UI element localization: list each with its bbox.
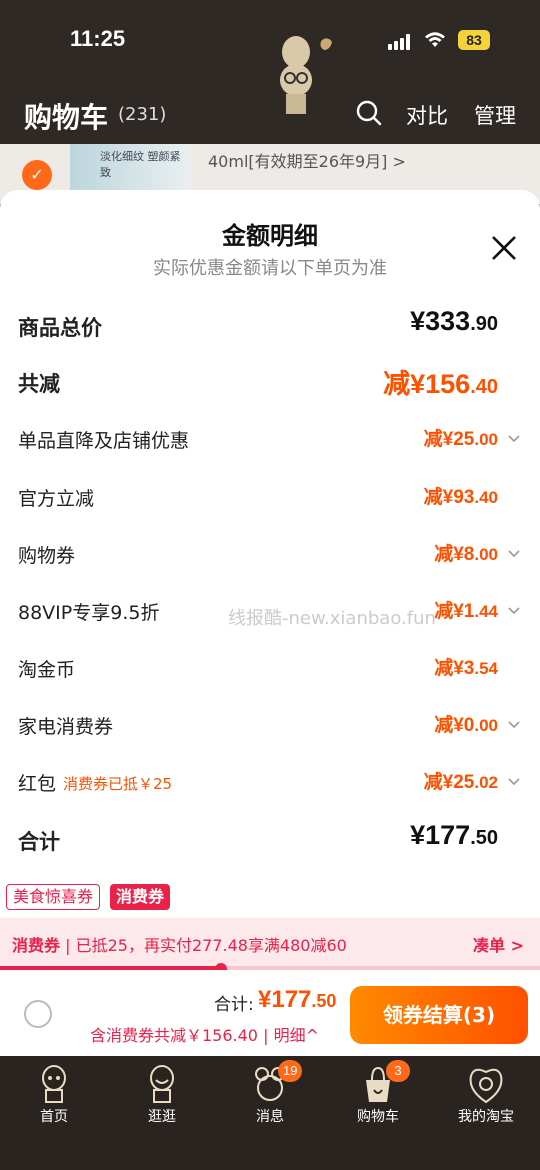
coupon-promo-bar[interactable]: 消费券 | 已抵25，再实付277.48享满480减60 凑单 > xyxy=(0,918,540,968)
row-label: 商品总价 xyxy=(18,316,102,340)
tab-label: 我的淘宝 xyxy=(458,1109,514,1125)
message-badge: 19 xyxy=(278,1060,303,1082)
row-label: 红包 xyxy=(18,773,57,795)
row-appliance-coupon[interactable]: 家电消费券 减¥0.00 xyxy=(18,706,524,746)
row-amount: 减¥3.54 xyxy=(434,658,498,679)
compare-button[interactable]: 对比 xyxy=(406,100,448,130)
sheet-title: 金额明细 xyxy=(222,222,318,250)
row-amount: ¥177.50 xyxy=(410,820,498,850)
tab-label: 逛逛 xyxy=(148,1109,176,1125)
row-label: 单品直降及店铺优惠 xyxy=(18,430,190,452)
add-items-link[interactable]: 凑单 > xyxy=(473,932,524,956)
food-coupon-tag: 美食惊喜券 xyxy=(6,884,101,910)
status-time: 11:25 xyxy=(70,26,126,51)
total-amount: ¥177.50 xyxy=(258,986,337,1013)
tab-home[interactable]: 首页 xyxy=(0,1056,108,1170)
cart-count: (231) xyxy=(118,104,167,125)
row-amount: 减¥1.44 xyxy=(434,601,498,622)
battery-icon: 83 xyxy=(458,30,490,50)
chevron-down-icon[interactable] xyxy=(508,432,520,444)
tab-bar: 首页 逛逛 19 消息 3 购物车 我的淘宝 xyxy=(0,1056,540,1170)
row-sublabel: 消费券已抵￥25 xyxy=(63,775,173,793)
total-discount-summary: 含消费券共减￥156.40 | 明细^ xyxy=(90,1026,319,1045)
tab-label: 首页 xyxy=(40,1109,68,1125)
home-icon xyxy=(42,1065,66,1103)
row-label: 官方立减 xyxy=(18,488,95,510)
total-label: 合计: xyxy=(214,995,254,1015)
cart-badge: 3 xyxy=(386,1060,410,1082)
wifi-icon xyxy=(424,30,446,54)
page-title: 购物车 xyxy=(24,101,109,134)
row-subtotal: 商品总价 ¥333.90 xyxy=(18,306,524,346)
row-label: 合计 xyxy=(18,830,60,854)
row-grand-total: 合计 ¥177.50 xyxy=(18,820,524,860)
row-label: 家电消费券 xyxy=(18,716,114,738)
sheet-subtitle: 实际优惠金额请以下单页为准 xyxy=(153,258,387,279)
consumer-coupon-tag: 消费券 xyxy=(110,884,171,910)
search-icon[interactable] xyxy=(356,100,382,126)
checkout-bar: 合计: ¥177.50 含消费券共减￥156.40 | 明细^ 领券结算(3) xyxy=(0,970,540,1056)
row-amount: 减¥8.00 xyxy=(434,544,498,565)
mascot-icon xyxy=(270,30,334,120)
tab-label: 消息 xyxy=(256,1109,284,1125)
row-store-discount[interactable]: 单品直降及店铺优惠 减¥25.00 xyxy=(18,420,524,460)
browse-icon xyxy=(150,1065,174,1103)
tab-messages[interactable]: 19 消息 xyxy=(216,1056,324,1170)
product-thumbnail[interactable]: 淡化细纹 塑颜紧致 xyxy=(70,144,190,194)
chevron-down-icon[interactable] xyxy=(508,718,520,730)
row-amount: 减¥0.00 xyxy=(434,715,498,736)
tab-profile[interactable]: 我的淘宝 xyxy=(432,1056,540,1170)
product-spec[interactable]: 40ml[有效期至26年9月] > xyxy=(208,148,406,172)
chevron-down-icon[interactable] xyxy=(508,547,520,559)
row-official-discount: 官方立减 减¥93.40 xyxy=(18,478,524,518)
row-total-discount: 共减 减¥156.40 xyxy=(18,362,524,402)
row-label: 共减 xyxy=(18,372,60,396)
row-label: 淘金币 xyxy=(18,659,76,681)
row-amount: 减¥93.40 xyxy=(423,487,498,508)
row-taojinbi: 淘金币 减¥3.54 xyxy=(18,649,524,689)
row-shopping-coupon[interactable]: 购物券 减¥8.00 xyxy=(18,535,524,575)
row-amount: ¥333.90 xyxy=(410,306,498,336)
checkout-button[interactable]: 领券结算(3) xyxy=(350,986,528,1044)
tab-label: 购物车 xyxy=(357,1109,399,1125)
row-amount: 减¥156.40 xyxy=(383,369,498,399)
tab-cart[interactable]: 3 购物车 xyxy=(324,1056,432,1170)
row-amount: 减¥25.02 xyxy=(423,772,498,793)
select-all-checkbox[interactable] xyxy=(24,1000,52,1028)
profile-icon xyxy=(469,1068,503,1104)
tab-browse[interactable]: 逛逛 xyxy=(108,1056,216,1170)
thumb-text: 淡化细纹 塑颜紧致 xyxy=(100,150,181,179)
row-red-packet[interactable]: 红包 消费券已抵￥25 减¥25.02 xyxy=(18,763,524,803)
chevron-down-icon[interactable] xyxy=(508,775,520,787)
close-icon[interactable] xyxy=(490,234,518,262)
row-label: 购物券 xyxy=(18,545,76,567)
check-icon[interactable]: ✓ xyxy=(22,160,52,190)
row-label: 88VIP专享9.5折 xyxy=(18,602,160,624)
detail-toggle[interactable]: 明细^ xyxy=(274,1026,319,1045)
chevron-down-icon[interactable] xyxy=(508,604,520,616)
row-amount: 减¥25.00 xyxy=(423,429,498,450)
watermark: 线报酷-new.xianbao.fun xyxy=(228,608,436,629)
manage-button[interactable]: 管理 xyxy=(474,100,516,130)
signal-icon xyxy=(388,34,414,50)
promo-text: 消费券 | 已抵25，再实付277.48享满480减60 xyxy=(12,936,347,955)
amount-detail-sheet: 金额明细 实际优惠金额请以下单页为准 商品总价 ¥333.90 共减 减¥156… xyxy=(0,190,540,1056)
